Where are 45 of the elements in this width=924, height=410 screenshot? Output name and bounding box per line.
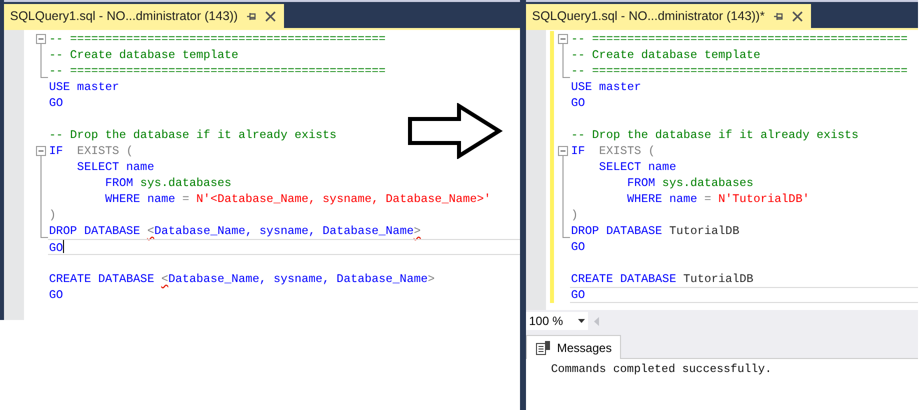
code-line: -- Create database template xyxy=(570,47,762,63)
fold-toggle-icon[interactable] xyxy=(34,31,48,47)
messages-icon xyxy=(535,340,551,356)
fold-toggle-icon[interactable] xyxy=(34,143,48,159)
code-line: ) xyxy=(48,207,58,223)
code-line: FROM sys.databases xyxy=(104,175,232,191)
code-line: ) xyxy=(570,207,580,223)
pin-icon[interactable] xyxy=(246,10,257,22)
code-line: -- Drop the database if it already exists xyxy=(570,127,860,143)
close-icon[interactable] xyxy=(264,10,276,22)
code-line: WHERE name = N'<Database_Name, sysname, Database_Name>' xyxy=(104,191,492,207)
code-line: GO xyxy=(570,95,586,111)
message-text: Commands completed successfully. xyxy=(551,363,773,376)
code-line: USE master xyxy=(570,79,642,95)
caret-icon xyxy=(578,319,585,323)
code-line: -- Create database template xyxy=(48,47,240,63)
code-line: -- ============================================= xyxy=(570,31,909,47)
code-line: USE master xyxy=(48,79,120,95)
code-line: -- ============================================= xyxy=(570,63,909,79)
code-line: DROP DATABASE TutorialDB xyxy=(570,223,740,239)
code-line: -- Drop the database if it already exists xyxy=(48,127,338,143)
code-line: GO xyxy=(48,287,64,303)
fold-toggle-icon[interactable] xyxy=(556,31,570,47)
code-line: GO xyxy=(48,95,64,111)
code-line: CREATE DATABASE TutorialDB xyxy=(570,271,754,287)
code-line: -- ============================================= xyxy=(48,63,387,79)
code-line: SELECT name xyxy=(598,159,678,175)
document-tab[interactable]: SQLQuery1.sql - NO...dministrator (143))* xyxy=(526,4,811,28)
pin-icon[interactable] xyxy=(772,10,784,22)
code-line: GO xyxy=(570,239,586,255)
code-line: IF EXISTS ( xyxy=(570,143,656,159)
code-line: SELECT name xyxy=(76,159,156,175)
document-tab[interactable]: SQLQuery1.sql - NO...dministrator (143)) xyxy=(4,4,284,28)
messages-tab[interactable]: Messages xyxy=(526,335,621,359)
code-line: GO xyxy=(48,239,520,255)
close-icon[interactable] xyxy=(792,10,803,22)
zoom-dropdown[interactable]: 100 % xyxy=(526,312,588,330)
code-line: CREATE DATABASE <Database_Name, sysname, Database_Name> xyxy=(48,271,436,287)
code-line: GO xyxy=(570,287,918,303)
code-line: -- ============================================= xyxy=(48,31,387,47)
code-line: FROM sys.databases xyxy=(626,175,754,191)
code-line: DROP DATABASE <Database_Name, sysname, Database_Name> xyxy=(48,223,422,239)
fold-toggle-icon[interactable] xyxy=(556,143,570,159)
code-line: IF EXISTS ( xyxy=(48,143,134,159)
code-line: WHERE name = N'TutorialDB' xyxy=(626,191,810,207)
